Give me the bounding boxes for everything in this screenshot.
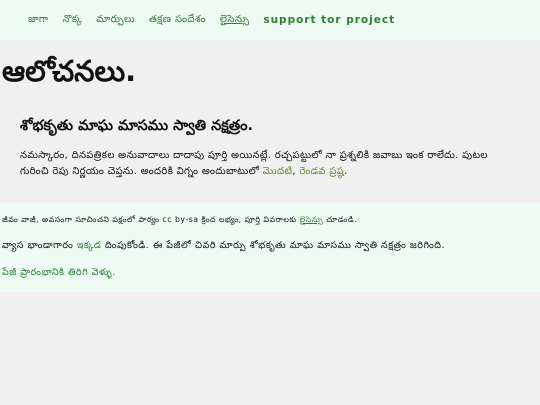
footer-license-line: జీవం వాజీ, అవసంగా సూచించని పక్షంలో పాఠ్య…: [2, 215, 357, 226]
footer-license-link[interactable]: లైసెన్సు: [300, 215, 324, 224]
top-navigation: జాగా నొక్క మార్పులు తక్షణ సందేశం లైసెన్స…: [0, 0, 540, 40]
footer-license-end: చూడండి.: [323, 215, 358, 224]
nav-link-changes[interactable]: మార్పులు: [96, 13, 135, 27]
post: శోభకృతు మాఘ మాసము స్వాతి నక్షత్రం. నమస్క…: [20, 118, 520, 180]
footer-download-link[interactable]: ఇక్కడ: [77, 240, 102, 251]
post-title: శోభకృతు మాఘ మాసము స్వాతి నక్షత్రం.: [20, 118, 254, 134]
post-link-first[interactable]: మొదటి: [263, 166, 293, 177]
footer-download-text: వ్యాస భాండాగారం: [2, 240, 77, 251]
nav-link-support-tor[interactable]: support tor project: [263, 14, 395, 26]
nav-link-instant-message[interactable]: తక్షణ సందేశం: [149, 13, 206, 27]
footer: జీవం వాజీ, అవసంగా సూచించని పక్షంలో పాఠ్య…: [0, 203, 540, 292]
nav-link-home[interactable]: జాగా: [28, 13, 48, 27]
post-link-question[interactable]: ప్రష్ఠ: [329, 166, 344, 177]
footer-back-to-top-line: పేజీ ప్రారంభానికి తిరిగి వెళ్ళు.: [2, 267, 116, 280]
post-link-second[interactable]: రెండవ: [299, 166, 325, 177]
post-body-text: నమస్కారం, దినపత్రికల అనువాదాలు దాదాపు పూ…: [20, 150, 488, 177]
nav-link-license[interactable]: లైసెన్సు: [220, 13, 249, 27]
page-title: ఆలోచనలు.: [2, 54, 137, 88]
back-to-top-link[interactable]: పేజీ ప్రారంభానికి తిరిగి వెళ్ళు.: [2, 267, 116, 278]
post-body: నమస్కారం, దినపత్రికల అనువాదాలు దాదాపు పూ…: [20, 148, 520, 180]
footer-download-line: వ్యాస భాండాగారం ఇక్కడ దింపుకోండి. ఈ పేజీ…: [2, 240, 445, 253]
nav-link-press[interactable]: నొక్క: [62, 13, 82, 27]
footer-download-end: దింపుకోండి. ఈ పేజీలో చివరి మార్పు శోభకృత…: [101, 240, 446, 251]
post-body-end: .: [344, 166, 348, 177]
footer-license-text: జీవం వాజీ, అవసంగా సూచించని పక్షంలో పాఠ్య…: [2, 215, 300, 224]
